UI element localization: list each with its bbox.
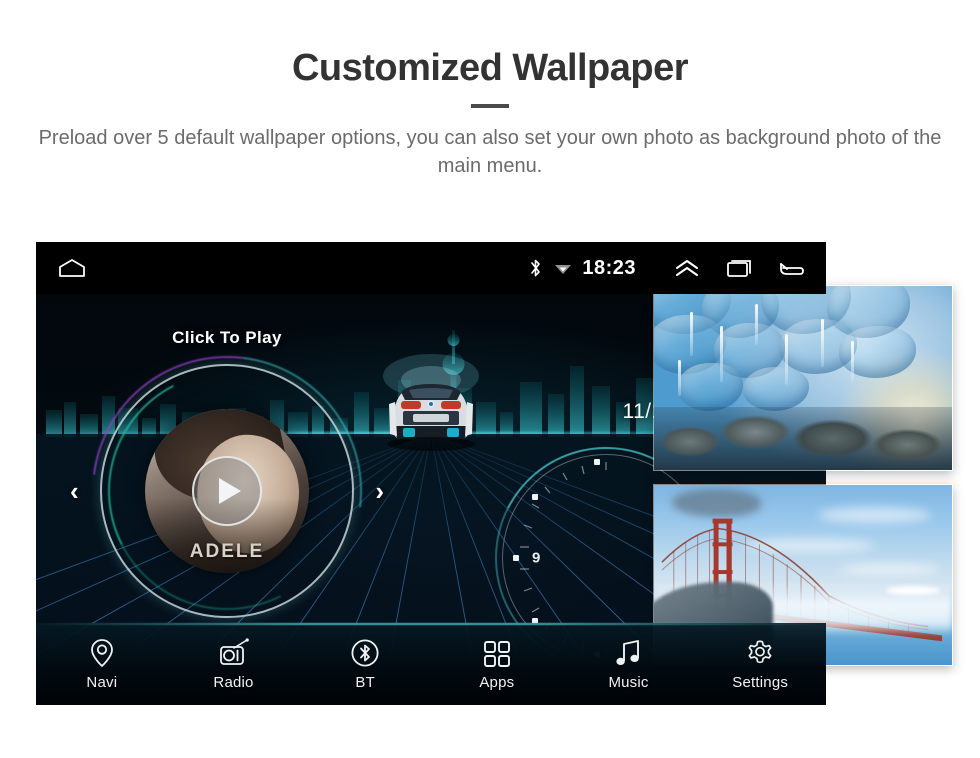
chevron-up-icon[interactable]: [674, 259, 700, 277]
ice-drip: [677, 359, 681, 397]
ice-drip: [820, 319, 824, 367]
play-icon: [219, 478, 241, 504]
header: Customized Wallpaper Preload over 5 defa…: [0, 0, 980, 181]
wifi-icon: [554, 260, 572, 276]
play-button[interactable]: [192, 456, 262, 526]
bluetooth-icon: [529, 258, 542, 278]
nav-label-bt: BT: [355, 673, 375, 691]
page-root: Customized Wallpaper Preload over 5 defa…: [0, 0, 980, 758]
ice-cave-rocks: [654, 407, 952, 470]
recents-icon[interactable]: [726, 258, 752, 278]
golden-gate-distant-cloud: [886, 585, 941, 595]
music-note-icon: [615, 638, 643, 668]
nav-label-settings: Settings: [732, 673, 789, 691]
page-title: Customized Wallpaper: [291, 47, 689, 89]
nav-item-bt[interactable]: BT: [299, 638, 431, 691]
bottom-nav-top-edge: [36, 623, 826, 625]
ice-drip: [785, 333, 789, 386]
nav-label-apps: Apps: [479, 673, 515, 691]
location-pin-icon: [89, 638, 115, 668]
status-bar: 18:23: [36, 242, 826, 294]
nav-item-apps[interactable]: Apps: [431, 638, 563, 691]
clock-hour-marker: 9: [532, 549, 541, 567]
next-track-button[interactable]: ›: [375, 478, 384, 504]
clock-dot-1: [594, 459, 600, 465]
nav-label-music: Music: [608, 673, 649, 691]
clock-dot-3: [513, 555, 519, 561]
wallpaper-preview-ice-cave[interactable]: [653, 285, 953, 471]
bluetooth-circle-icon: [350, 638, 380, 668]
status-bar-right-controls: [648, 258, 804, 278]
nav-item-radio[interactable]: Radio: [168, 637, 300, 691]
ice-drip: [850, 341, 854, 382]
back-arrow-icon[interactable]: [778, 258, 804, 278]
title-divider: [471, 103, 509, 108]
gear-icon: [745, 638, 775, 668]
music-widget[interactable]: Click To Play ADELE ‹ ›: [37, 301, 417, 681]
nav-label-navi: Navi: [86, 673, 118, 691]
ice-drip: [719, 326, 723, 382]
nav-item-music[interactable]: Music: [563, 638, 695, 691]
page-subtitle: Preload over 5 default wallpaper options…: [38, 126, 942, 178]
apps-grid-icon: [483, 638, 511, 668]
car-graphic: [383, 354, 479, 451]
nav-item-navi[interactable]: Navi: [36, 638, 168, 691]
ice-drip: [689, 311, 693, 356]
album-title: ADELE: [189, 541, 265, 562]
ice-drip: [755, 304, 759, 345]
nav-label-radio: Radio: [213, 673, 254, 691]
prev-track-button[interactable]: ‹: [70, 478, 79, 504]
bottom-navigation-bar: Navi Radio BT Apps Music Settings: [36, 623, 826, 705]
nav-item-settings[interactable]: Settings: [694, 638, 826, 691]
status-bar-time: 18:23: [582, 256, 636, 279]
radio-icon: [218, 637, 250, 668]
clock-dot-2: [532, 494, 538, 500]
home-icon[interactable]: [58, 258, 86, 278]
click-to-play-label: Click To Play: [172, 328, 282, 347]
